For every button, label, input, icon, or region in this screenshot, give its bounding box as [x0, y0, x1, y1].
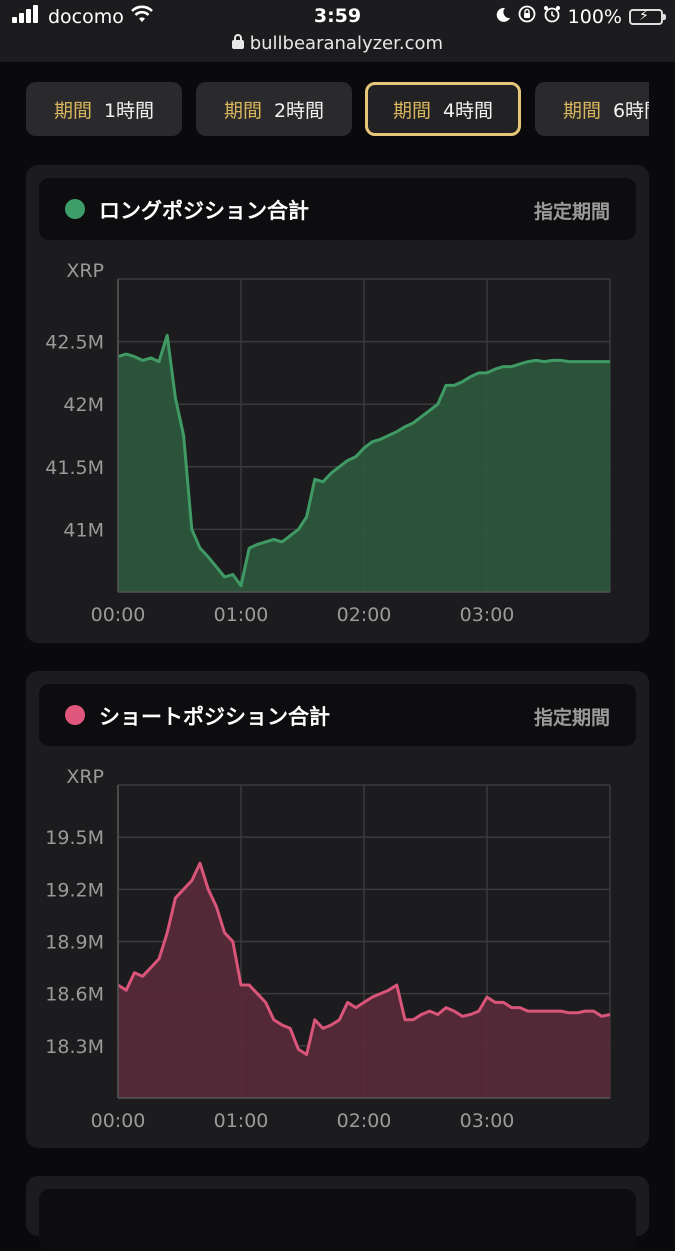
status-right: 100% ⚡ [495, 5, 666, 28]
tab-value-label: 4時間 [442, 99, 494, 122]
short-position-card: ショートポジション合計 指定期間 19.5M 19.2M 18.9M 18.6M 18.… [26, 671, 649, 1148]
short-position-chart: 19.5M 19.2M 18.9M 18.6M 18.3M 00:00 01:00 02:00… [45, 766, 611, 1132]
alarm-icon [543, 5, 561, 28]
tab-key-label: 期間 [392, 99, 431, 122]
address-bar[interactable]: bullbearanalyzer.com [0, 33, 675, 54]
x-tick-label: 01:00 [214, 604, 269, 626]
status-bar: docomo 3:59 bullbearanalyzer.com 100% ⚡ [0, 0, 675, 62]
next-card [26, 1176, 649, 1251]
tab-value-label: 1時間 [103, 99, 155, 122]
tab-key-label: 期間 [223, 99, 262, 122]
tab-value-label: 6時間 [612, 99, 649, 122]
battery-icon: ⚡ [629, 8, 666, 25]
x-tick-label: 00:00 [91, 1110, 146, 1132]
period-tabs: 期間 1時間 期間 2時間 期間 4時間 期間 6時間 [0, 82, 649, 136]
y-tick-label: 42M [63, 394, 104, 416]
x-tick-label: 03:00 [460, 604, 515, 626]
x-tick-label: 03:00 [460, 1110, 515, 1132]
y-tick-label: 18.9M [45, 932, 104, 954]
x-tick-label: 01:00 [214, 1110, 269, 1132]
y-tick-label: 19.5M [45, 827, 104, 849]
x-tick-label: 00:00 [91, 604, 146, 626]
y-tick-label: 19.2M [45, 879, 104, 901]
long-position-card: ロングポジション合計 指定期間 42.5M 42M 41.5M 41M 00:00 01:… [26, 165, 649, 643]
rotation-lock-icon [518, 5, 536, 28]
y-tick-label: 18.6M [45, 984, 104, 1006]
y-axis-label: XRP [66, 766, 104, 788]
tab-key-label: 期間 [53, 99, 92, 122]
y-tick-label: 41.5M [45, 457, 104, 479]
tab-value-label: 2時間 [273, 99, 325, 122]
url-text: bullbearanalyzer.com [249, 33, 444, 54]
tab-period-4h[interactable]: 期間 4時間 [365, 82, 521, 136]
lock-icon [231, 33, 250, 54]
long-position-chart: 42.5M 42M 41.5M 41M 00:00 01:00 02:00 03:00 XRP [45, 260, 611, 626]
tab-key-label: 期間 [562, 99, 601, 122]
moon-icon [495, 6, 511, 28]
card-header [39, 1189, 636, 1251]
y-tick-label: 42.5M [45, 332, 104, 354]
y-tick-label: 41M [63, 519, 104, 541]
y-tick-label: 18.3M [45, 1036, 104, 1058]
tab-period-1h[interactable]: 期間 1時間 [26, 82, 182, 136]
x-tick-label: 02:00 [337, 1110, 392, 1132]
y-axis-label: XRP [66, 260, 104, 282]
tab-period-2h[interactable]: 期間 2時間 [196, 82, 352, 136]
x-tick-label: 02:00 [337, 604, 392, 626]
tab-period-6h[interactable]: 期間 6時間 [535, 82, 649, 136]
battery-percent: 100% [567, 5, 622, 28]
